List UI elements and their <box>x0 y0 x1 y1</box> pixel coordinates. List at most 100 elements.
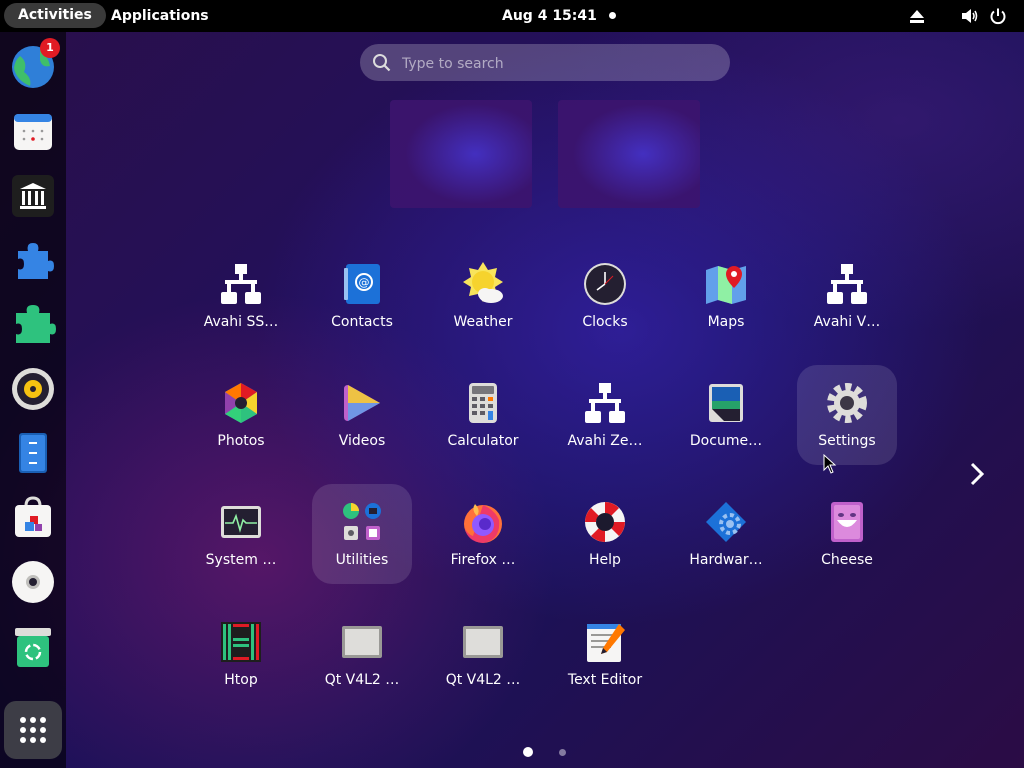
app-label: Avahi Ze… <box>567 433 643 449</box>
app-label: Docume… <box>689 433 763 449</box>
extension-manager-icon <box>16 305 56 343</box>
search-bar[interactable] <box>360 44 730 83</box>
app-photos[interactable]: Photos <box>191 365 291 465</box>
app-calculator[interactable]: Calculator <box>433 365 533 465</box>
app-label: Hardwar… <box>689 552 763 568</box>
app-maps[interactable]: Maps <box>676 246 776 346</box>
app-label: Maps <box>707 314 745 330</box>
qt-v4l2-icon <box>342 626 382 658</box>
app-qt-v4l2-2[interactable]: Qt V4L2 … <box>433 604 533 704</box>
document-viewer-icon <box>709 384 743 422</box>
app-avahi-zeroconf[interactable]: Avahi Ze… <box>555 365 655 465</box>
gear-icon <box>827 383 867 423</box>
app-weather[interactable]: Weather <box>433 246 533 346</box>
app-label: Cheese <box>821 552 873 568</box>
app-cheese[interactable]: Cheese <box>797 484 897 584</box>
app-label: Weather <box>453 314 513 330</box>
app-clocks[interactable]: Clocks <box>555 246 655 346</box>
cheese-icon <box>831 502 863 542</box>
app-label: Contacts <box>331 314 393 330</box>
notification-badge: 1 <box>40 38 60 58</box>
workspace-thumbnail-2[interactable] <box>558 100 700 208</box>
app-label: Clocks <box>582 314 628 330</box>
app-label: Calculator <box>447 433 519 449</box>
app-videos[interactable]: Videos <box>312 365 412 465</box>
software-icon <box>15 496 51 537</box>
workspace-thumbnail-1[interactable] <box>390 100 532 208</box>
app-label: Avahi SS… <box>203 314 279 330</box>
rhythmbox-icon <box>12 368 54 410</box>
app-document-viewer[interactable]: Docume… <box>676 365 776 465</box>
extensions-icon <box>18 243 54 279</box>
eject-icon[interactable] <box>908 7 926 25</box>
app-contacts[interactable]: @ Contacts <box>312 246 412 346</box>
dash-item-files[interactable] <box>10 430 56 476</box>
dash: 1 <box>0 32 66 768</box>
app-text-editor[interactable]: Text Editor <box>555 604 655 704</box>
photos-icon <box>225 383 257 423</box>
page-indicator-2[interactable] <box>559 749 566 756</box>
trash-icon <box>15 628 51 667</box>
hardware-icon <box>706 502 746 542</box>
network-icon <box>221 264 261 304</box>
app-label: Firefox … <box>450 552 516 568</box>
files-icon <box>19 433 47 473</box>
svg-text:@: @ <box>359 276 370 289</box>
search-input[interactable] <box>400 44 714 83</box>
contacts-icon: @ <box>344 264 380 304</box>
network-icon <box>827 264 867 304</box>
app-label: System … <box>205 552 277 568</box>
show-apps-button[interactable] <box>4 701 62 759</box>
app-utilities-folder[interactable]: Utilities <box>312 484 412 584</box>
qt-v4l2-icon <box>463 626 503 658</box>
weather-icon <box>463 262 503 303</box>
dash-item-extension-manager[interactable] <box>10 301 56 347</box>
calendar-icon <box>14 114 52 150</box>
app-system-monitor[interactable]: System … <box>191 484 291 584</box>
dash-item-disc[interactable] <box>10 559 56 605</box>
next-page-arrow-icon[interactable] <box>965 461 989 487</box>
firefox-icon <box>464 504 502 543</box>
text-editor-icon <box>587 624 625 662</box>
app-label: Text Editor <box>567 672 643 688</box>
notification-dot <box>609 12 616 19</box>
power-icon[interactable] <box>989 7 1007 25</box>
app-label: Help <box>589 552 621 568</box>
dash-item-web[interactable]: 1 <box>10 38 60 90</box>
dash-item-calendar[interactable] <box>10 109 56 155</box>
app-label: Videos <box>338 433 386 449</box>
app-avahi-ssh[interactable]: Avahi SS… <box>191 246 291 346</box>
applications-menu[interactable]: Applications <box>111 0 209 32</box>
clock-icon <box>584 263 626 305</box>
app-label: Photos <box>217 433 265 449</box>
app-label: Utilities <box>335 552 389 568</box>
app-avahi-vnc[interactable]: Avahi V… <box>797 246 897 346</box>
app-label: Qt V4L2 … <box>324 672 400 688</box>
clock[interactable]: Aug 4 15:41 <box>502 0 597 32</box>
videos-icon <box>344 385 380 421</box>
dash-item-trash[interactable] <box>10 624 56 670</box>
folder-grid-icon <box>343 503 381 540</box>
dash-item-rhythmbox[interactable] <box>10 366 56 412</box>
maps-icon <box>706 266 746 304</box>
volume-icon[interactable] <box>961 7 979 25</box>
activities-button[interactable]: Activities <box>4 3 106 28</box>
dash-item-archive[interactable] <box>10 173 56 219</box>
calculator-icon <box>469 383 497 423</box>
app-qt-v4l2-1[interactable]: Qt V4L2 … <box>312 604 412 704</box>
archive-icon <box>12 175 54 217</box>
app-label: Settings <box>818 433 876 449</box>
app-help[interactable]: Help <box>555 484 655 584</box>
app-settings[interactable]: Settings <box>797 365 897 465</box>
app-hardware[interactable]: Hardwar… <box>676 484 776 584</box>
app-label: Avahi V… <box>813 314 881 330</box>
app-firefox[interactable]: Firefox … <box>433 484 533 584</box>
disc-icon <box>12 561 54 603</box>
htop-icon <box>221 622 261 662</box>
app-htop[interactable]: Htop <box>191 604 291 704</box>
dash-item-software[interactable] <box>10 494 56 540</box>
dash-item-extensions[interactable] <box>10 237 56 283</box>
lifebuoy-icon <box>585 502 625 542</box>
page-indicator-1[interactable] <box>523 747 533 757</box>
top-bar: Activities Applications Aug 4 15:41 <box>0 0 1024 32</box>
